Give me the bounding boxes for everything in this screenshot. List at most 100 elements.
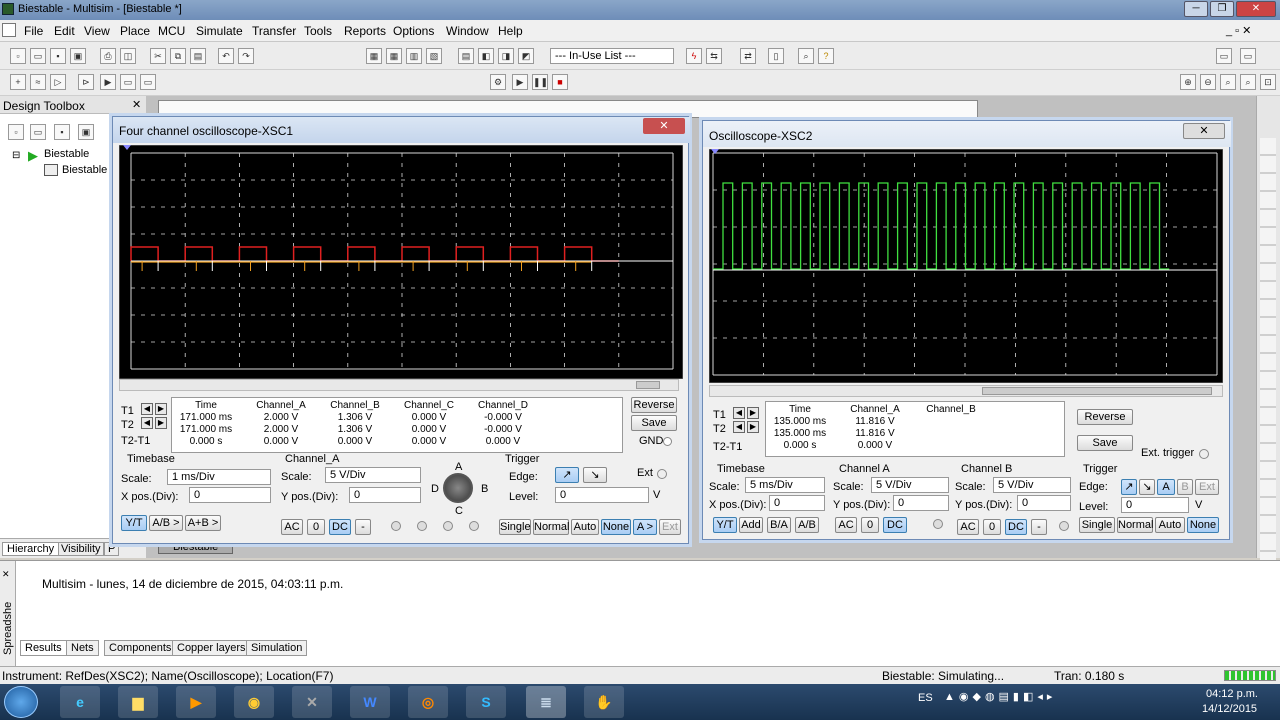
scope2-cha-zero-button[interactable]: 0 <box>861 517 879 533</box>
scope2-t1-right-icon[interactable]: ▶ <box>747 407 759 419</box>
scope2-chb-dc-button[interactable]: DC <box>1005 519 1027 535</box>
zoom-fit-icon[interactable]: ⌕ <box>1240 74 1256 90</box>
component-wizard-icon[interactable]: ◧ <box>478 48 494 64</box>
print-icon[interactable]: ⎙ <box>100 48 116 64</box>
postprocessor-icon[interactable]: ◨ <box>498 48 514 64</box>
scope1-none-button[interactable]: None <box>601 519 631 535</box>
maximize-icon[interactable]: ❐ <box>1210 1 1234 17</box>
scope2-rising-edge-icon[interactable]: ↗ <box>1121 479 1137 495</box>
scope2-add-button[interactable]: Add <box>739 517 763 533</box>
run-icon[interactable]: ▶ <box>512 74 528 90</box>
search-icon[interactable]: ⌕ <box>798 48 814 64</box>
blender-icon[interactable]: ◎ <box>408 686 448 718</box>
basic-icon[interactable]: ≈ <box>30 74 46 90</box>
menu-view[interactable]: View <box>84 24 110 38</box>
scope2-trig-b-button[interactable]: B <box>1177 479 1193 495</box>
channel-selector-knob[interactable] <box>443 473 473 503</box>
scope2-xpos-field[interactable]: 0 <box>769 495 825 511</box>
scope2-t1-left-icon[interactable]: ◀ <box>733 407 745 419</box>
start-button[interactable] <box>4 686 38 718</box>
scope2-cha-ac-button[interactable]: AC <box>835 517 857 533</box>
scope1-falling-edge-icon[interactable]: ↘ <box>583 467 607 483</box>
cmos-icon[interactable]: ▭ <box>140 74 156 90</box>
help-icon[interactable]: ? <box>818 48 834 64</box>
close-design-icon[interactable]: ▣ <box>78 124 94 140</box>
scope1-level-field[interactable]: 0 <box>555 487 649 503</box>
tree-child-label[interactable]: Biestable <box>62 164 107 176</box>
analog-icon[interactable]: ▶ <box>100 74 116 90</box>
scope1-ext-radio[interactable] <box>657 469 667 479</box>
scope1-rising-edge-icon[interactable]: ↗ <box>555 467 579 483</box>
scope2-close-button[interactable]: ✕ <box>1183 123 1225 139</box>
open-design-icon[interactable]: ▭ <box>30 124 46 140</box>
menu-file[interactable]: File <box>24 24 43 38</box>
menu-tools[interactable]: Tools <box>304 24 332 38</box>
tray-icons[interactable]: ▲◉◆◍▤▮◧◂▸ <box>944 690 1056 703</box>
database-icon[interactable]: ▤ <box>458 48 474 64</box>
tab-project[interactable]: P <box>104 542 120 556</box>
scope2-ab-button[interactable]: A/B <box>795 517 819 533</box>
scope1-reverse-button[interactable]: Reverse <box>631 397 677 413</box>
in-use-list-select[interactable]: --- In-Use List --- <box>550 48 674 64</box>
new-design-icon[interactable]: ▫ <box>8 124 24 140</box>
tab-simulation[interactable]: Simulation <box>246 640 308 656</box>
menu-options[interactable]: Options <box>393 24 434 38</box>
scope1-t1-right-icon[interactable]: ▶ <box>155 403 167 415</box>
save-design-icon[interactable]: ▪ <box>54 124 70 140</box>
scope1-timebase-scale[interactable]: 1 ms/Div <box>167 469 271 485</box>
tab-hierarchy[interactable]: Hierarchy <box>2 542 60 556</box>
scope1-dc-button[interactable]: DC <box>329 519 351 535</box>
scope2-chb-ypos-field[interactable]: 0 <box>1017 495 1071 511</box>
scope1-auto-button[interactable]: Auto <box>571 519 599 535</box>
menu-help[interactable]: Help <box>498 24 523 38</box>
scope2-cha-ypos-field[interactable]: 0 <box>893 495 949 511</box>
scope2-single-button[interactable]: Single <box>1079 517 1115 533</box>
zoom-area-icon[interactable]: ⌕ <box>1220 74 1236 90</box>
scope2-level-field[interactable]: 0 <box>1121 497 1189 513</box>
scope1-minus-button[interactable]: - <box>355 519 371 535</box>
spreadsheet-icon[interactable]: ▥ <box>406 48 422 64</box>
instrument-icons[interactable] <box>1260 138 1276 578</box>
view-toggle2-icon[interactable]: ▭ <box>1240 48 1256 64</box>
open-icon[interactable]: ▭ <box>30 48 46 64</box>
app-icon-10[interactable]: ✋ <box>584 686 624 718</box>
scope1-t2-right-icon[interactable]: ▶ <box>155 417 167 429</box>
menu-transfer[interactable]: Transfer <box>252 24 296 38</box>
ie-icon[interactable]: e <box>60 686 100 718</box>
multisim-task-icon[interactable]: ≣ <box>526 686 566 718</box>
view-toggle-icon[interactable]: ▭ <box>1216 48 1232 64</box>
ttl-icon[interactable]: ▭ <box>120 74 136 90</box>
scope2-t2-right-icon[interactable]: ▶ <box>747 421 759 433</box>
toggle-fullscreen-icon[interactable]: ▦ <box>366 48 382 64</box>
grapher-icon[interactable]: ▧ <box>426 48 442 64</box>
skype-icon[interactable]: S <box>466 686 506 718</box>
scope1-radio-3[interactable] <box>443 521 453 531</box>
menu-place[interactable]: Place <box>120 24 150 38</box>
scope2-trig-ext-button[interactable]: Ext <box>1195 479 1219 495</box>
save-all-icon[interactable]: ▣ <box>70 48 86 64</box>
menu-reports[interactable]: Reports <box>344 24 386 38</box>
scope2-chb-radio[interactable] <box>1059 521 1069 531</box>
scope2-scrollbar[interactable] <box>709 385 1223 397</box>
scope2-falling-edge-icon[interactable]: ↘ <box>1139 479 1155 495</box>
scope2-normal-button[interactable]: Normal <box>1117 517 1153 533</box>
source-icon[interactable]: + <box>10 74 26 90</box>
simulate-switch-icon[interactable]: ⚙ <box>490 74 506 90</box>
scope2-cha-scale-field[interactable]: 5 V/Div <box>871 477 949 493</box>
scope1-zero-button[interactable]: 0 <box>307 519 325 535</box>
scope2-yt-button[interactable]: Y/T <box>713 517 737 533</box>
grid-icon[interactable]: ▦ <box>386 48 402 64</box>
scope2-none-button[interactable]: None <box>1187 517 1219 533</box>
mdi-controls[interactable]: _ ▫ ✕ <box>1226 24 1251 37</box>
tab-visibility[interactable]: Visibility <box>58 542 104 556</box>
transistor-icon[interactable]: ⊳ <box>78 74 94 90</box>
scope1-scroll-thumb[interactable] <box>636 381 660 389</box>
tree-root-label[interactable]: Biestable <box>44 148 89 160</box>
stop-icon[interactable]: ■ <box>552 74 568 90</box>
toolbox-close-icon[interactable]: ✕ <box>132 98 141 111</box>
scope1-radio-2[interactable] <box>417 521 427 531</box>
scope1-single-button[interactable]: Single <box>499 519 531 535</box>
back-annotate-icon[interactable]: ⇆ <box>706 48 722 64</box>
scope2-chb-ac-button[interactable]: AC <box>957 519 979 535</box>
scope1-normal-button[interactable]: Normal <box>533 519 569 535</box>
